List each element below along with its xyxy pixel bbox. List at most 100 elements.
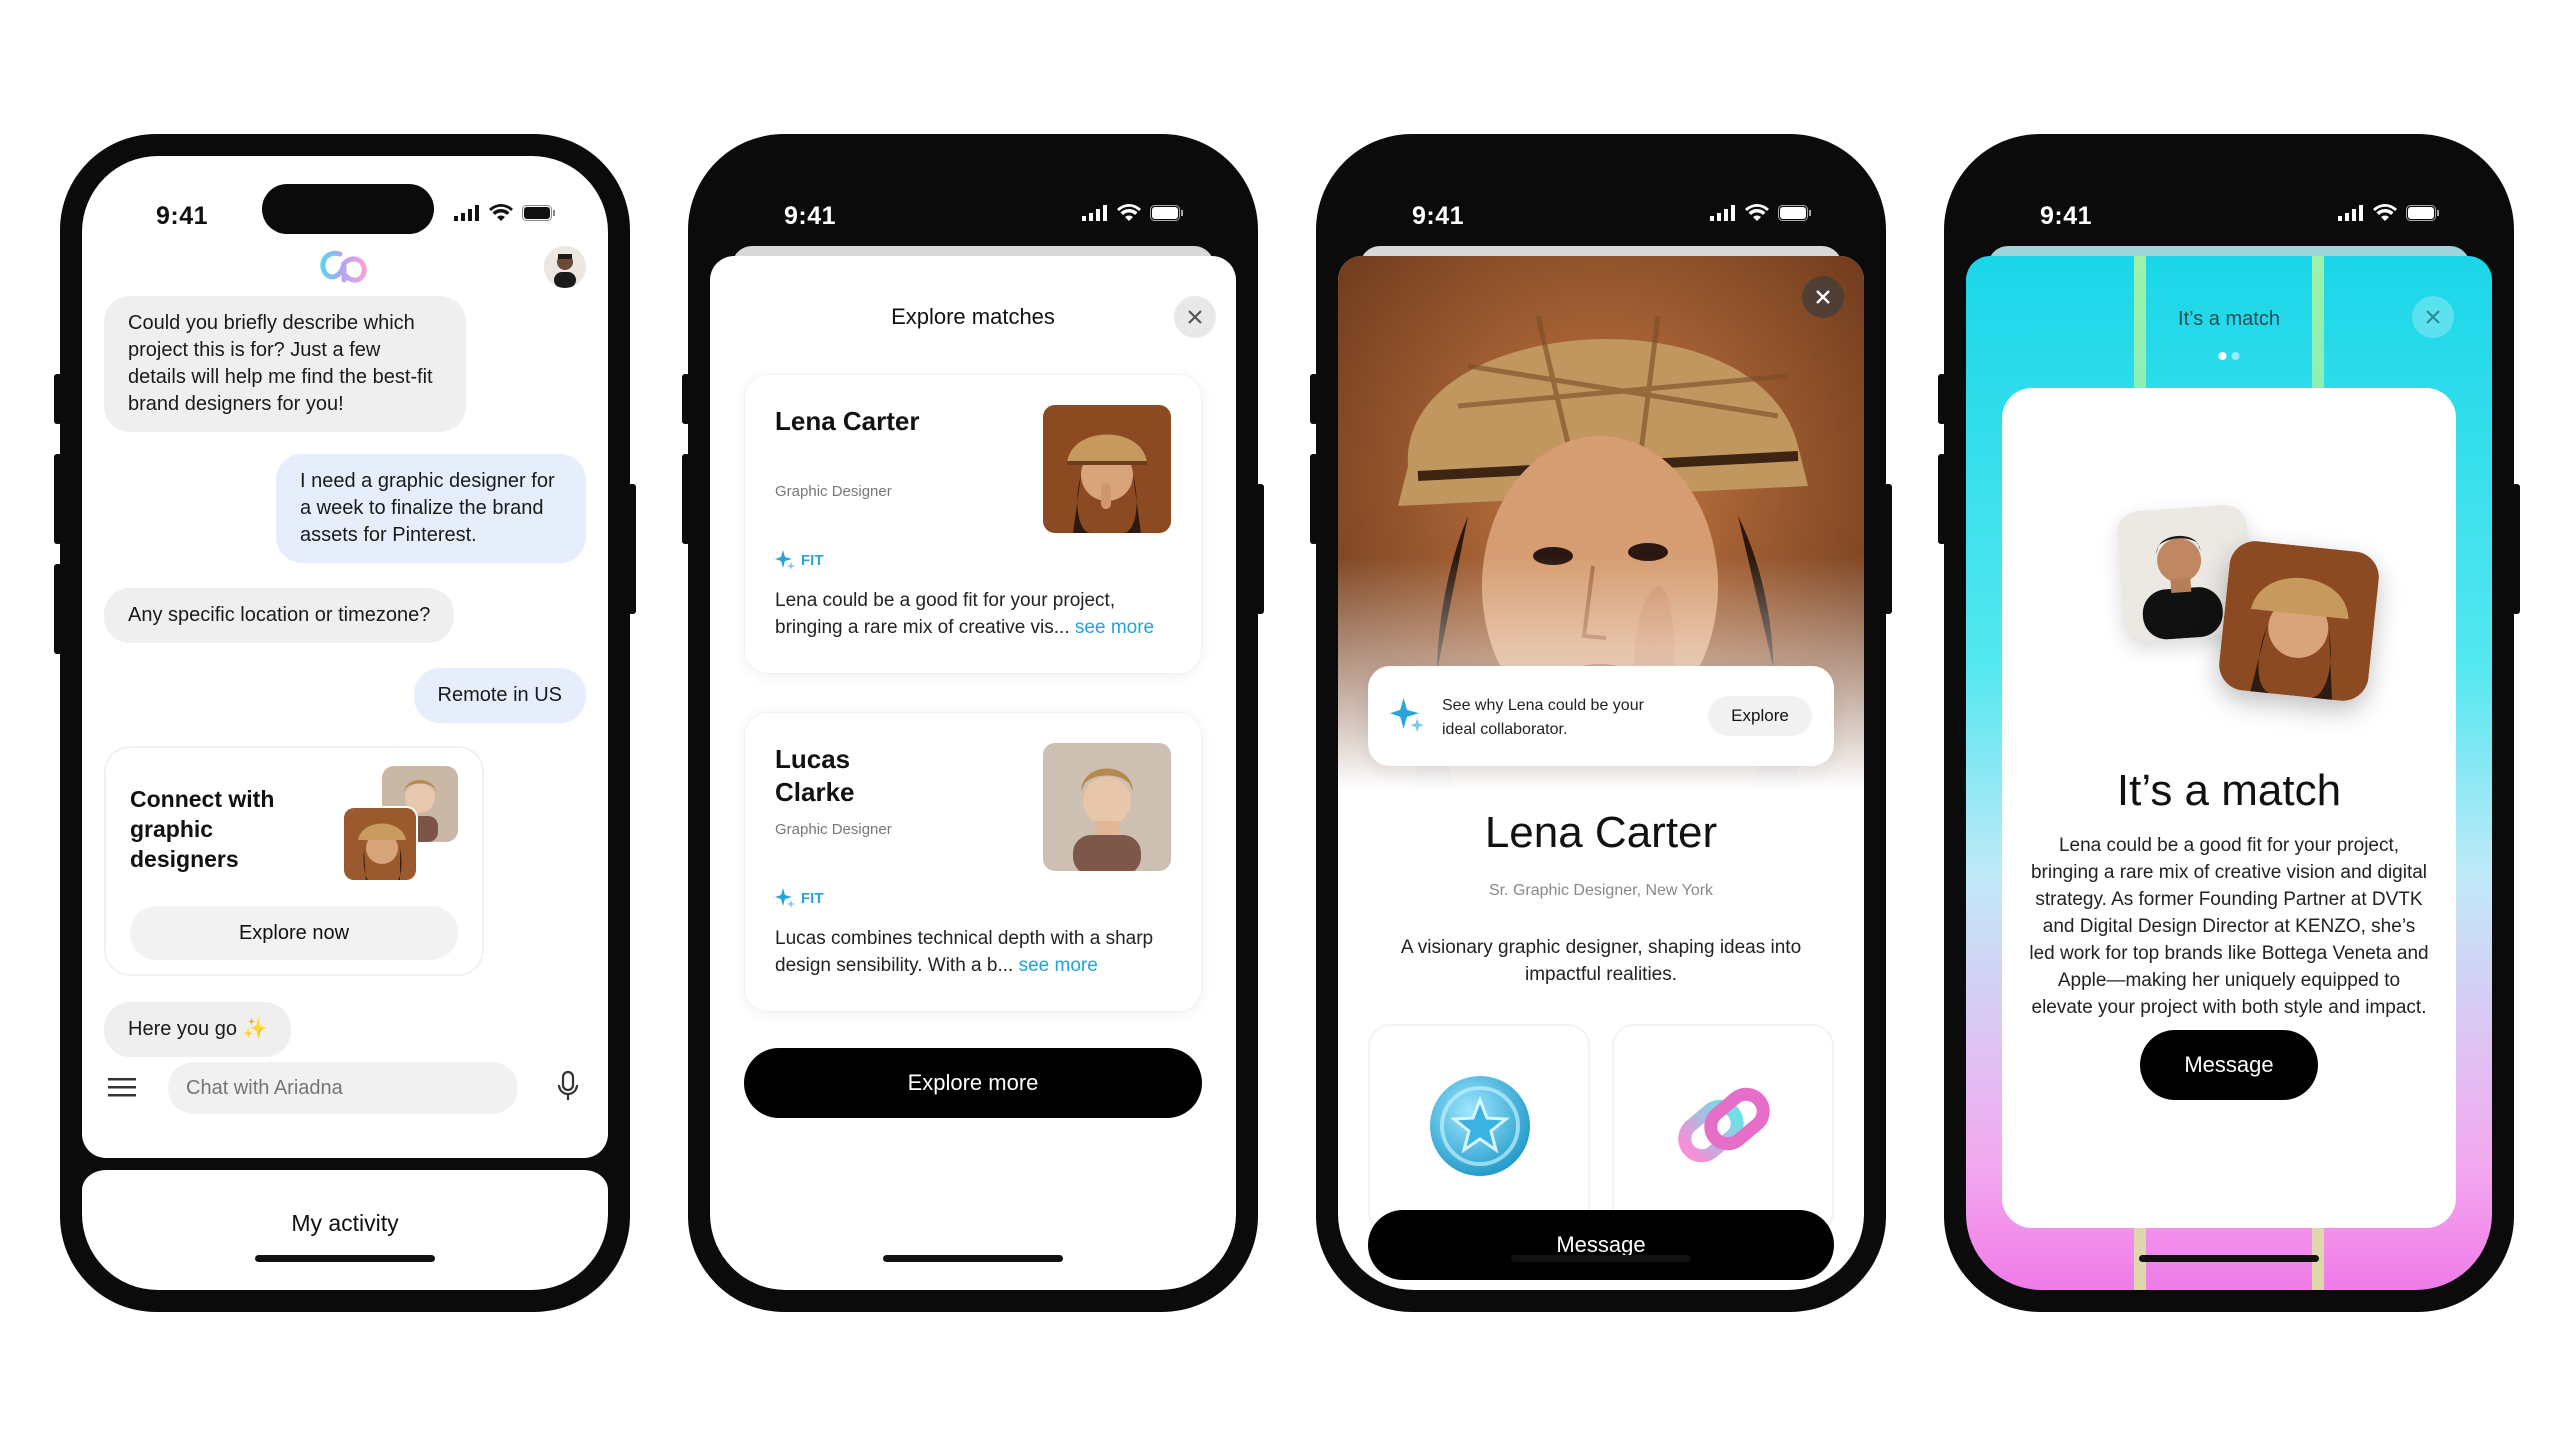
status-time: 9:41 [1412, 202, 1465, 230]
phone-matches: 9:41 Explore matches Lena Carter Graphic… [682, 134, 1264, 1312]
explore-now-button[interactable]: Explore now [130, 906, 458, 960]
user-message: Remote in US [413, 668, 586, 723]
connect-designers-card: Connect with graphic designers Explore n… [104, 746, 484, 976]
ariadna-logo-icon [320, 250, 367, 283]
match-photo-lucas [1043, 743, 1171, 871]
explore-matches-sheet: Explore matches Lena Carter Graphic Desi… [710, 256, 1236, 1290]
page-dot-active [2218, 352, 2227, 360]
close-button[interactable] [2412, 296, 2454, 338]
fit-badge: FIT [775, 550, 824, 570]
status-time: 9:41 [784, 202, 837, 230]
fit-label: FIT [801, 889, 824, 907]
chat-input-bar [82, 1056, 608, 1126]
fit-badge: FIT [775, 888, 824, 908]
battery-icon [1778, 205, 1811, 221]
user-message: I need a graphic designer for a week to … [276, 454, 586, 563]
wifi-icon [1745, 204, 1769, 221]
home-indicator [1511, 1255, 1691, 1262]
explore-more-button[interactable]: Explore more [744, 1048, 1202, 1118]
signal-icon [1710, 205, 1735, 221]
user-avatar[interactable] [544, 246, 586, 288]
why-collaborator-card: See why Lena could be your ideal collabo… [1368, 666, 1834, 766]
sparkle-icon [775, 888, 795, 908]
match-description: Lucas combines technical depth with a sh… [775, 925, 1177, 979]
match-name: Lena Carter [775, 406, 920, 436]
status-time: 9:41 [2040, 202, 2093, 230]
wifi-icon [2373, 204, 2397, 221]
see-more-link[interactable]: see more [1075, 617, 1154, 638]
signal-icon [1082, 205, 1107, 221]
match-description-text: Lena could be a good fit for your projec… [775, 590, 1116, 638]
close-icon [1816, 290, 1830, 304]
battery-icon [2406, 205, 2439, 221]
fit-label: FIT [801, 551, 824, 569]
message-button[interactable]: Message [2140, 1030, 2318, 1100]
explore-button[interactable]: Explore [1708, 696, 1812, 736]
ai-message: Any specific location or timezone? [104, 588, 455, 643]
match-role: Graphic Designer [775, 483, 892, 500]
page-dot [2231, 352, 2240, 360]
close-icon [2426, 310, 2440, 324]
microphone-icon[interactable] [556, 1070, 580, 1102]
battery-icon [1150, 205, 1183, 221]
link-tile[interactable] [1612, 1024, 1834, 1234]
home-indicator [2139, 1255, 2319, 1262]
screen-match: 9:41 It’s a match It’s a match Lena coul… [1966, 156, 2492, 1290]
home-indicator [883, 1255, 1063, 1262]
status-icons [1710, 204, 1812, 222]
match-name: Lucas Clarke [775, 744, 855, 807]
sheet-title: Explore matches [891, 304, 1055, 329]
match-card[interactable]: Lucas Clarke Graphic Designer FIT Lucas … [744, 712, 1202, 1012]
chat-input[interactable] [168, 1062, 518, 1114]
match-photo-lena [1043, 405, 1171, 533]
sparkle-emoji: ✨ [242, 1018, 268, 1040]
phone-match: 9:41 It’s a match It’s a match Lena coul… [1938, 134, 2520, 1312]
link-icon [1678, 1087, 1770, 1163]
profile-bio: A visionary graphic designer, shaping id… [1400, 937, 1802, 985]
close-button[interactable] [1174, 296, 1216, 338]
pagination-dots [2218, 352, 2240, 360]
menu-icon[interactable] [108, 1076, 136, 1098]
status-icons [454, 204, 556, 222]
close-icon [1188, 310, 1202, 324]
wifi-icon [1117, 204, 1141, 221]
match-card[interactable]: Lena Carter Graphic Designer FIT Lena co… [744, 374, 1202, 674]
profile-name: Lena Carter [1484, 808, 1718, 857]
match-description: Lena could be a good fit for your projec… [2029, 835, 2429, 1018]
match-role: Graphic Designer [775, 821, 892, 838]
status-icons [2338, 204, 2440, 222]
ai-message-text: Here you go [128, 1018, 237, 1040]
star-badge-icon [1430, 1076, 1530, 1176]
status-bar: 9:41 [1338, 156, 1864, 242]
my-activity-label[interactable]: My activity [82, 1210, 608, 1237]
status-time: 9:41 [156, 202, 209, 230]
dynamic-island [262, 184, 434, 234]
why-text: See why Lena could be your ideal collabo… [1442, 697, 1644, 738]
close-button[interactable] [1802, 276, 1844, 318]
signal-icon [454, 205, 479, 221]
bottom-sheet-activity[interactable]: My activity [82, 1166, 608, 1290]
ai-message: Here you go ✨ [104, 1002, 292, 1057]
connect-card-title: Connect with graphic designers [130, 786, 275, 872]
status-bar: 9:41 [1966, 156, 2492, 242]
wifi-icon [489, 204, 513, 221]
signal-icon [2338, 205, 2363, 221]
sparkle-icon [775, 550, 795, 570]
screen-matches: 9:41 Explore matches Lena Carter Graphic… [710, 156, 1236, 1290]
ai-message: Could you briefly describe which project… [104, 296, 466, 432]
match-description: Lena could be a good fit for your projec… [775, 587, 1177, 641]
badge-tile[interactable] [1368, 1024, 1590, 1234]
home-indicator [255, 1255, 435, 1262]
phone-chat: 9:41 Could you briefly describe which pr… [54, 134, 636, 1312]
designer-thumbnail-lena [342, 806, 418, 882]
screen-chat: 9:41 Could you briefly describe which pr… [82, 156, 608, 1290]
see-more-link[interactable]: see more [1019, 955, 1098, 976]
chat-panel: 9:41 Could you briefly describe which pr… [82, 156, 608, 1158]
status-icons [1082, 204, 1184, 222]
phone-profile: 9:41 See why Lena could be your ideal co… [1310, 134, 1892, 1312]
avatar-lena [2216, 538, 2382, 704]
message-button[interactable]: Message [1368, 1210, 1834, 1280]
battery-icon [522, 205, 555, 221]
profile-role: Sr. Graphic Designer, New York [1488, 882, 1714, 899]
status-bar: 9:41 [710, 156, 1236, 242]
